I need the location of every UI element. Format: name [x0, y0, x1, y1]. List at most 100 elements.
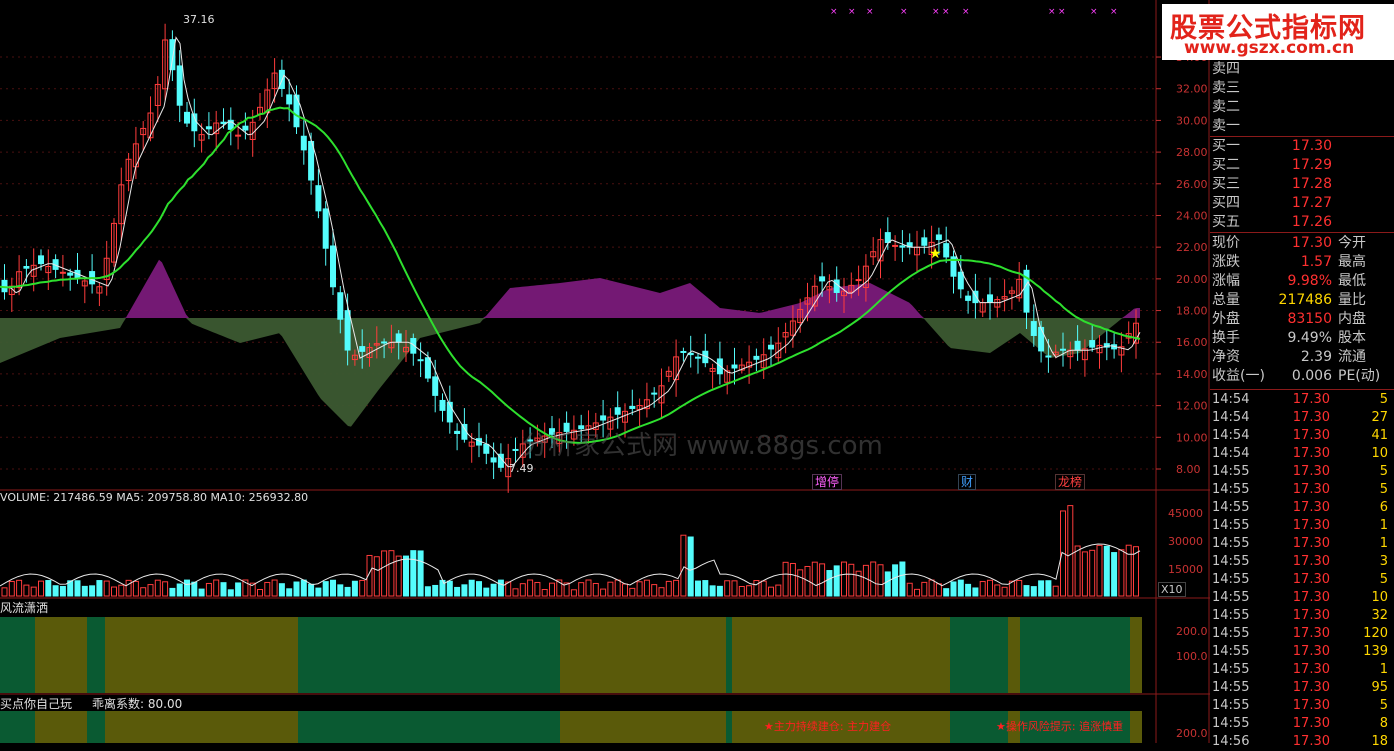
tick-row: 14:56 17.30 18	[1210, 733, 1394, 751]
indicator2-param: 乖离系数: 80.00	[92, 697, 183, 711]
tick-row: 14:55 17.30 5	[1210, 481, 1394, 499]
sell-level-3: 卖三	[1210, 79, 1394, 98]
volume-bar	[176, 583, 183, 597]
candle-body	[23, 266, 30, 269]
tick-time: 14:55	[1212, 662, 1250, 677]
candle-body	[600, 415, 607, 421]
tick-row: 14:55 17.30 95	[1210, 679, 1394, 697]
tick-price: 17.30	[1292, 554, 1330, 569]
volume-bar	[549, 582, 555, 597]
tick-row: 14:55 17.30 32	[1210, 607, 1394, 625]
volume-bar	[468, 579, 475, 597]
badge-longbang[interactable]: 龙榜	[1055, 474, 1086, 490]
volume-bar	[673, 579, 680, 597]
volume-bar	[89, 585, 96, 597]
badge-zengting[interactable]: 增停	[812, 474, 843, 490]
volume-tick-30000: 30000	[1168, 535, 1203, 548]
stat-5-value: 9.49%	[1287, 330, 1332, 346]
volume-bar	[607, 581, 614, 597]
volume-bar	[184, 579, 190, 597]
volume-bar	[271, 579, 278, 597]
volume-bar	[1023, 585, 1030, 597]
volume-bar	[8, 580, 15, 597]
tick-price: 17.30	[1292, 410, 1330, 425]
volume-bar	[257, 588, 263, 597]
tick-row: 14:55 17.30 5	[1210, 697, 1394, 715]
tick-price: 17.30	[1292, 680, 1330, 695]
tick-volume: 1	[1379, 536, 1388, 551]
volume-bar	[943, 588, 950, 597]
volume-bar	[1045, 580, 1052, 597]
candle-body	[439, 399, 446, 411]
candle-body	[300, 135, 307, 151]
volume-bar	[1081, 551, 1088, 597]
signal-marker: ×	[1058, 7, 1066, 17]
volume-bar	[439, 579, 446, 597]
ma-slow-line	[0, 106, 1141, 445]
tick-time: 14:54	[1212, 392, 1250, 407]
candle-body	[1089, 340, 1096, 348]
volume-bar	[227, 589, 234, 597]
tick-row: 14:55 17.30 1	[1210, 517, 1394, 535]
volume-bar	[118, 584, 125, 597]
tick-price: 17.30	[1292, 482, 1330, 497]
volume-bar	[403, 555, 409, 597]
volume-ma-line	[0, 543, 1141, 587]
stat-4: 外盘 83150 内盘	[1210, 310, 1394, 329]
tick-time: 14:55	[1212, 536, 1250, 551]
volume-bar	[585, 579, 592, 597]
tick-volume: 6	[1379, 500, 1388, 515]
candle-body	[833, 279, 840, 293]
volume-bar	[578, 582, 585, 597]
tick-time: 14:55	[1212, 716, 1250, 731]
candle-body	[286, 94, 293, 105]
tick-row: 14:55 17.30 6	[1210, 499, 1394, 517]
volume-bar	[351, 580, 358, 597]
stat-5-label: 换手	[1212, 330, 1240, 346]
price-high-label: 37.16	[183, 13, 215, 26]
volume-bar	[293, 581, 300, 597]
tick-row: 14:55 17.30 120	[1210, 625, 1394, 643]
signal-marker: ×	[848, 7, 856, 17]
candle-body	[235, 134, 242, 137]
volume-bar	[1089, 549, 1096, 597]
stat-5: 换手 9.49% 股本	[1210, 329, 1394, 348]
indicator1-band	[726, 617, 732, 693]
volume-bar	[629, 587, 636, 597]
quote-panel: 卖四 卖三 卖二 卖一 买一 17.30 买二 17.29 买三 17.28 买四 17.27 买五 17…	[1210, 0, 1394, 749]
badge-cai[interactable]: 财	[958, 474, 977, 490]
volume-bar	[476, 581, 482, 597]
volume-bar	[278, 583, 285, 597]
tick-time: 14:55	[1212, 500, 1250, 515]
tick-volume: 32	[1371, 608, 1388, 623]
candle-body	[987, 294, 993, 303]
volume-bar	[833, 565, 840, 597]
y-tick-label: 18.00	[1176, 305, 1208, 318]
volume-bar	[1074, 545, 1081, 597]
stat-3-label2: 量比	[1338, 292, 1366, 308]
ma-fast-line	[0, 36, 1141, 468]
volume-bar	[162, 581, 169, 597]
y-tick-label: 32.00	[1176, 83, 1208, 96]
volume-bar	[395, 555, 402, 597]
volume-bar	[1001, 586, 1008, 597]
candle-body	[417, 359, 424, 362]
volume-bar	[782, 561, 789, 597]
volume-bar	[695, 580, 701, 597]
volume-bar	[870, 561, 877, 597]
sell-level-3-label: 卖三	[1212, 80, 1240, 96]
stat-3-label: 总量	[1212, 292, 1240, 308]
volume-bar	[950, 581, 957, 597]
stat-7-value: 0.006	[1291, 368, 1332, 384]
candle-body	[315, 185, 322, 212]
signal-marker: ×	[1090, 7, 1098, 17]
buy-level-3-value: 17.28	[1291, 176, 1332, 192]
candle-body	[614, 407, 621, 415]
volume-bar	[337, 584, 344, 597]
candle-body	[220, 121, 227, 125]
candle-body	[1074, 340, 1081, 351]
volume-bar	[636, 581, 643, 597]
volume-bar	[213, 579, 220, 597]
stat-0: 现价 17.30 今开	[1210, 234, 1394, 253]
candle-body	[1030, 321, 1037, 336]
